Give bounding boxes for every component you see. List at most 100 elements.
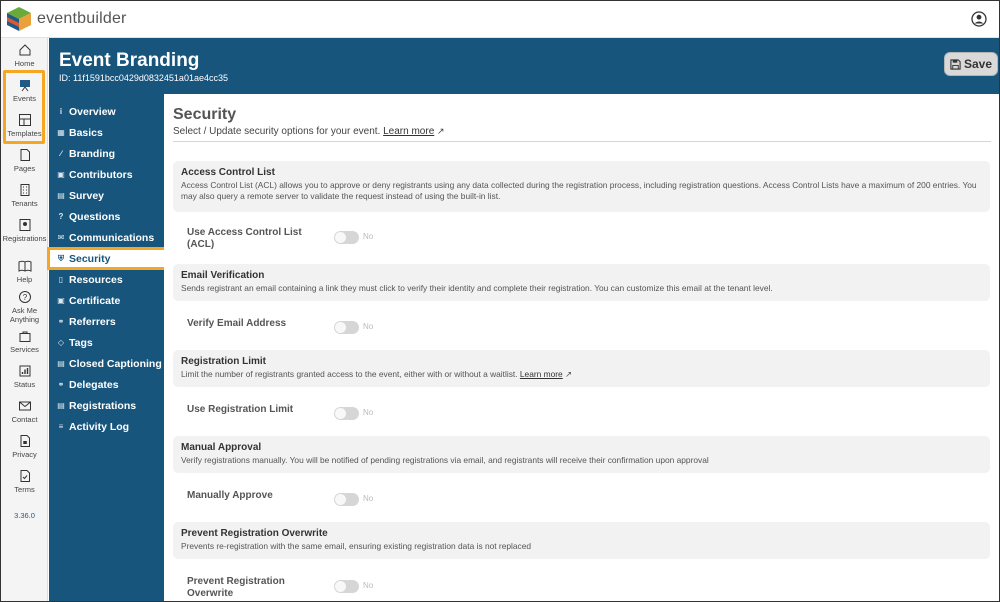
nav-label: Activity Log <box>69 420 130 433</box>
section-description: Access Control List (ACL) allows you to … <box>181 180 977 201</box>
nav-item-overview[interactable]: i Overview <box>49 102 164 121</box>
page-subtitle: Select / Update security options for you… <box>173 126 445 137</box>
section-description: Prevents re-registration with the same e… <box>181 541 532 551</box>
rail-item-registrations[interactable]: Registrations <box>1 218 48 243</box>
option-label-manual-approve: Manually Approve <box>187 490 273 501</box>
rail-item-pages[interactable]: Pages <box>1 148 48 173</box>
page-icon <box>20 149 30 161</box>
nav-item-branding[interactable]: ∕ Branding <box>49 144 164 163</box>
save-button[interactable]: Save <box>944 52 998 76</box>
nav-item-certificate[interactable]: ▣ Certificate <box>49 291 164 310</box>
nav-item-registrations[interactable]: ▤ Registrations <box>49 396 164 415</box>
building-icon <box>20 184 29 196</box>
section-title: Manual Approval <box>181 442 262 453</box>
survey-icon: ▤ <box>57 191 65 200</box>
brush-icon: ∕ <box>60 149 62 158</box>
tag-icon: ◇ <box>57 338 65 347</box>
floppy-disk-icon <box>950 58 961 70</box>
nav-label: Delegates <box>69 378 119 391</box>
rail-item-terms[interactable]: Terms <box>1 469 48 494</box>
rail-item-status[interactable]: Status <box>1 364 48 389</box>
acl-toggle[interactable] <box>334 231 359 244</box>
nav-item-resources[interactable]: ▯ Resources <box>49 270 164 289</box>
option-label-verify-email: Verify Email Address <box>187 318 287 329</box>
nav-label: Contributors <box>69 168 133 181</box>
registration-limit-toggle[interactable] <box>334 407 359 420</box>
resources-icon: ▯ <box>58 275 64 284</box>
nav-item-communications[interactable]: ✉ Communications <box>49 228 164 247</box>
main-content: Security Select / Update security option… <box>164 94 999 601</box>
verify-email-toggle[interactable] <box>334 321 359 334</box>
nav-item-contributors[interactable]: ▣ Contributors <box>49 165 164 184</box>
nav-label: Registrations <box>69 399 137 412</box>
external-link-icon: ↗ <box>565 369 573 379</box>
rail-label: Registrations <box>2 234 47 243</box>
registration-limit-learn-more-link[interactable]: Learn more <box>520 369 563 379</box>
section-title: Registration Limit <box>181 356 267 367</box>
certificate-icon: ▣ <box>57 296 65 305</box>
contributors-icon: ▣ <box>57 170 65 179</box>
rail-label: Tenants <box>11 199 38 208</box>
rail-item-tenants[interactable]: Tenants <box>1 183 48 208</box>
event-section-nav: i Overview ▦ Basics ∕ Branding ▣ Contributor… <box>49 94 164 601</box>
prevent-overwrite-toggle[interactable] <box>334 580 359 593</box>
svg-text:?: ? <box>22 293 27 302</box>
rail-label: Services <box>10 345 39 354</box>
nav-item-survey[interactable]: ▤ Survey <box>49 186 164 205</box>
nav-label: Communications <box>69 231 155 244</box>
check-doc-icon <box>20 470 30 482</box>
page-header-title: Event Branding <box>59 50 200 71</box>
nav-label: Closed Captioning <box>69 357 162 370</box>
nav-item-activity-log[interactable]: ≡ Activity Log <box>49 417 164 436</box>
event-id: ID: 11f1591bcc0429d0832451a01ae4cc35 <box>59 73 228 83</box>
nav-label: Branding <box>69 147 116 160</box>
rail-item-services[interactable]: Services <box>1 329 48 354</box>
rail-item-contact[interactable]: Contact <box>1 399 48 424</box>
app-version: 3.36.0 <box>14 511 35 520</box>
nav-item-referrers[interactable]: ⚭ Referrers <box>49 312 164 331</box>
chart-icon <box>19 365 30 377</box>
nav-item-closed-captioning[interactable]: ▤ Closed Captioning <box>49 354 164 373</box>
section-manual-approval: Manual Approval Verify registrations man… <box>173 436 990 473</box>
page-header: Event Branding ID: 11f1591bcc0429d083245… <box>49 38 999 94</box>
nav-label: Tags <box>69 336 93 349</box>
manual-approve-toggle[interactable] <box>334 493 359 506</box>
option-label-acl: Use Access Control List (ACL) <box>187 227 302 250</box>
question-icon: ? <box>18 291 31 303</box>
section-description: Limit the number of registrants granted … <box>181 369 982 380</box>
nav-label: Referrers <box>69 315 116 328</box>
option-label-prevent-overwrite: Prevent Registration Overwrite <box>187 576 285 599</box>
nav-item-questions[interactable]: ? Questions <box>49 207 164 226</box>
rail-label: Help <box>16 275 33 284</box>
nav-item-basics[interactable]: ▦ Basics <box>49 123 164 142</box>
learn-more-link[interactable]: Learn more <box>383 126 434 137</box>
rail-label: Ask Me Anything <box>9 306 40 324</box>
nav-item-tags[interactable]: ◇ Tags <box>49 333 164 352</box>
cc-icon: ▤ <box>57 359 65 368</box>
prevent-overwrite-toggle-state: No <box>363 581 374 590</box>
page-title: Security <box>173 106 237 123</box>
user-account-icon[interactable] <box>971 11 987 27</box>
rail-label: Home <box>14 59 35 68</box>
registration-limit-toggle-state: No <box>363 408 374 417</box>
section-prevent-registration-overwrite: Prevent Registration Overwrite Prevents … <box>173 522 990 559</box>
rail-item-ask-me-anything[interactable]: ? Ask Me Anything <box>1 290 48 324</box>
events-templates-highlight <box>3 70 45 144</box>
section-email-verification: Email Verification Sends registrant an e… <box>173 264 990 301</box>
brand-name: eventbuilder <box>37 10 127 27</box>
question-icon: ? <box>58 212 64 221</box>
referrers-icon: ⚭ <box>57 317 65 326</box>
nav-label: Overview <box>69 105 116 118</box>
external-link-icon: ↗ <box>437 126 445 136</box>
eventbuilder-logo <box>7 7 31 31</box>
book-icon <box>18 260 31 272</box>
rail-item-privacy[interactable]: Privacy <box>1 434 48 459</box>
nav-item-delegates[interactable]: ⚭ Delegates <box>49 375 164 394</box>
acl-toggle-state: No <box>363 232 374 241</box>
rail-item-home[interactable]: Home <box>1 43 48 68</box>
bag-icon <box>19 331 30 342</box>
rail-label: Status <box>13 380 36 389</box>
mail-icon: ✉ <box>57 233 65 242</box>
lock-doc-icon <box>20 435 30 447</box>
rail-item-help[interactable]: Help <box>1 259 48 284</box>
